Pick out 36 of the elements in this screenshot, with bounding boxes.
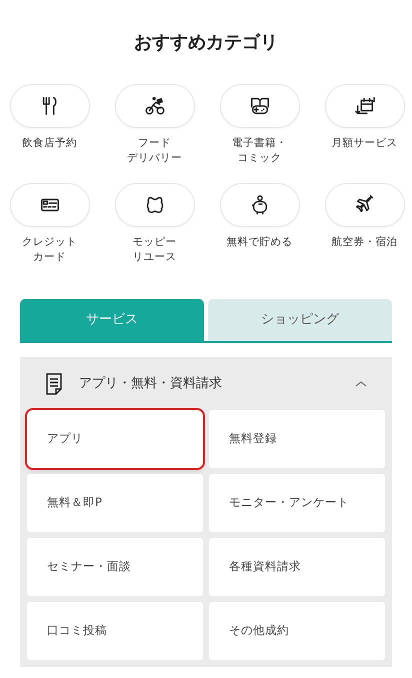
- category-label: デリバリー: [127, 151, 182, 166]
- book-gamepad-icon: [248, 95, 270, 117]
- category-button[interactable]: [324, 183, 404, 227]
- category-label: カード: [33, 250, 66, 266]
- category-label: 月額サービス: [332, 136, 398, 151]
- category-label: 無料で貯める: [226, 235, 292, 250]
- category-button[interactable]: [10, 183, 90, 227]
- category-label: モッピー: [132, 235, 176, 250]
- category-label: クレジット: [22, 235, 77, 250]
- category-label: リユース: [132, 250, 176, 266]
- category-label: コミック: [238, 151, 282, 166]
- subcategory-button[interactable]: 各種資料請求: [209, 538, 385, 596]
- category-button[interactable]: [114, 84, 194, 128]
- tab[interactable]: ショッピング: [208, 299, 392, 341]
- subcategory-button[interactable]: 無料＆即P: [27, 474, 203, 532]
- calendar-arrows-icon: [354, 95, 376, 117]
- subcategory-button[interactable]: モニター・アンケート: [209, 474, 385, 532]
- accordion-title: アプリ・無料・資料請求: [79, 374, 223, 393]
- category-label: 飲食店予約: [22, 136, 77, 151]
- category-button[interactable]: [10, 84, 90, 128]
- subcategory-button[interactable]: セミナー・面談: [27, 538, 203, 596]
- heading: おすすめカテゴリ: [133, 31, 279, 55]
- category-button[interactable]: [220, 183, 300, 227]
- category-label: 航空券・宿泊: [332, 235, 398, 250]
- subcategory-button[interactable]: その他成約: [209, 602, 385, 660]
- document-icon: [45, 372, 63, 394]
- subcategory-button[interactable]: 無料登録: [209, 410, 385, 468]
- category-button[interactable]: [220, 84, 300, 128]
- chevron-icon: [355, 380, 367, 388]
- subcategory-button[interactable]: 口コミ投稿: [27, 602, 203, 660]
- accordion-header[interactable]: アプリ・無料・資料請求: [27, 357, 385, 410]
- cyclist-icon: [144, 95, 166, 117]
- subcategory-button[interactable]: アプリ: [27, 410, 203, 468]
- category-label: 電子書籍・: [232, 136, 287, 151]
- category-label: フード: [138, 136, 171, 151]
- category-button[interactable]: [324, 84, 404, 128]
